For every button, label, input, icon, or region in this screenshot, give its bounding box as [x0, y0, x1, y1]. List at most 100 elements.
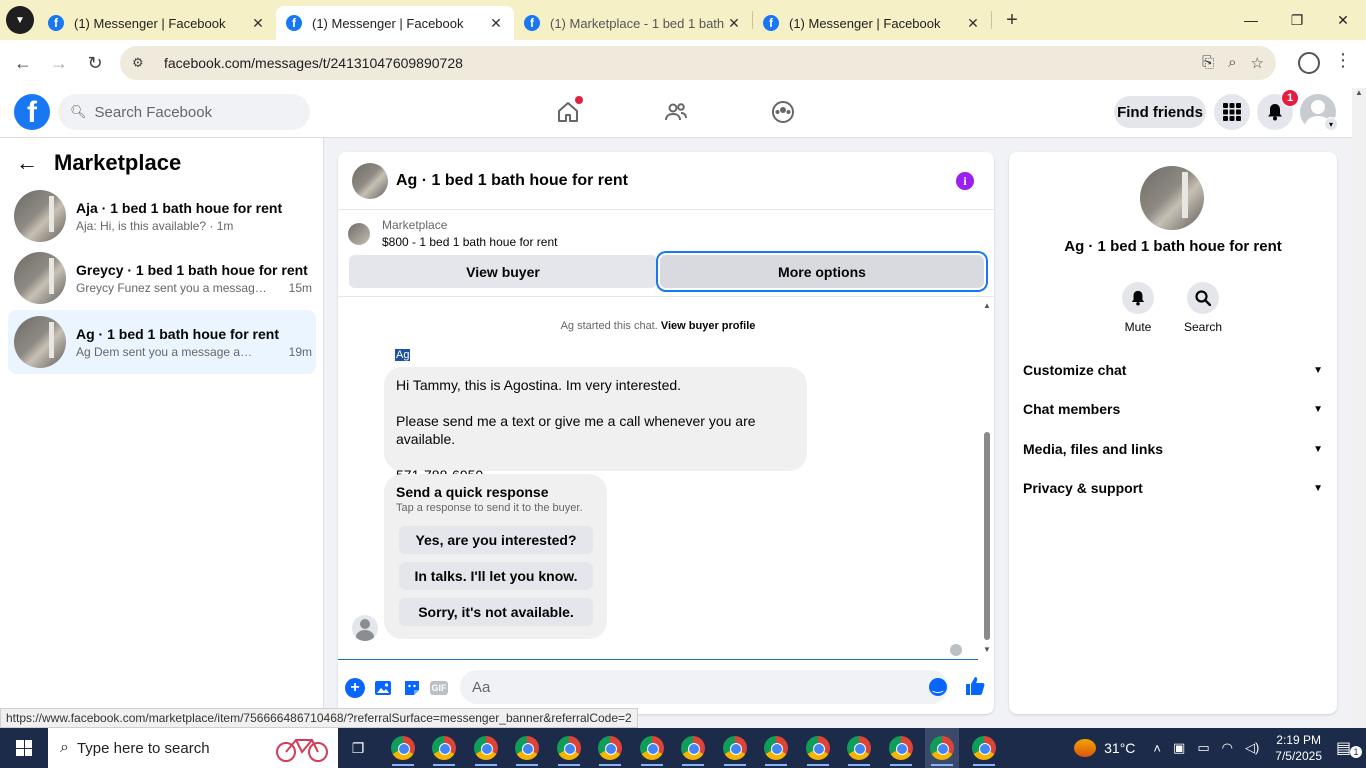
close-window-button[interactable]: ✕: [1320, 0, 1366, 40]
bell-icon[interactable]: [1122, 282, 1154, 314]
groups-nav-icon[interactable]: [765, 94, 801, 130]
chrome-taskbar-icon[interactable]: [676, 728, 710, 768]
site-info-icon[interactable]: ⚙: [132, 55, 154, 71]
browser-profile-icon[interactable]: [1298, 52, 1320, 74]
chrome-taskbar-icon[interactable]: [552, 728, 586, 768]
chat-title[interactable]: Ag · 1 bed 1 bath houe for rent: [396, 172, 628, 190]
install-app-icon[interactable]: ⎘: [1202, 54, 1214, 72]
back-arrow-icon[interactable]: ←: [16, 150, 38, 176]
info-icon[interactable]: i: [956, 172, 974, 190]
media-files-links-section[interactable]: Media, files and links ▼: [1023, 437, 1323, 461]
chrome-taskbar-icon[interactable]: [427, 728, 461, 768]
privacy-support-section[interactable]: Privacy & support ▼: [1023, 476, 1323, 500]
chevron-up-icon[interactable]: ˄: [1153, 741, 1161, 756]
browser-tab[interactable]: f (1) Marketplace - 1 bed 1 bath h ✕: [514, 6, 752, 40]
chrome-taskbar-icon[interactable]: [801, 728, 835, 768]
gif-icon[interactable]: GIF: [430, 681, 448, 695]
bookmark-star-icon[interactable]: ☆: [1251, 54, 1264, 72]
clock[interactable]: 2:19 PM 7/5/2025: [1275, 732, 1322, 764]
task-view-icon[interactable]: ❐: [338, 728, 378, 768]
tab-search-button[interactable]: ▼: [6, 6, 34, 34]
scrollbar-thumb[interactable]: [984, 432, 990, 640]
find-friends-button[interactable]: Find friends: [1114, 96, 1206, 128]
chrome-taskbar-icon[interactable]: [386, 728, 420, 768]
chrome-taskbar-icon-active[interactable]: [925, 728, 959, 768]
taskbar-search-input[interactable]: [76, 739, 247, 757]
menu-grid-icon[interactable]: [1214, 94, 1250, 130]
plus-icon[interactable]: +: [345, 678, 365, 698]
close-tab-icon[interactable]: ✕: [965, 15, 981, 32]
close-tab-icon[interactable]: ✕: [488, 15, 504, 32]
quick-response-option[interactable]: Sorry, it's not available.: [399, 598, 593, 626]
mute-action[interactable]: Mute: [1110, 282, 1166, 334]
camera-icon[interactable]: ▣: [1173, 740, 1185, 756]
customize-chat-section[interactable]: Customize chat ▼: [1023, 358, 1323, 382]
zoom-icon[interactable]: ⌕: [1228, 54, 1236, 72]
quick-response-option[interactable]: In talks. I'll let you know.: [399, 562, 593, 590]
view-buyer-button[interactable]: View buyer: [349, 255, 657, 288]
chrome-taskbar-icon[interactable]: [967, 728, 1001, 768]
view-buyer-profile-link[interactable]: View buyer profile: [661, 320, 756, 332]
thumbs-up-icon[interactable]: [964, 675, 986, 703]
friends-nav-icon[interactable]: [658, 94, 694, 130]
conversation-item[interactable]: Greycy · 1 bed 1 bath houe for rent Grey…: [8, 246, 316, 310]
chrome-taskbar-icon[interactable]: [759, 728, 793, 768]
browser-tab-active[interactable]: f (1) Messenger | Facebook ✕: [276, 6, 514, 40]
more-options-button[interactable]: More options: [660, 255, 984, 288]
marketplace-sidebar: ← Marketplace Aja · 1 bed 1 bath houe fo…: [0, 138, 324, 708]
taskbar-search-box[interactable]: ⌕: [48, 728, 338, 768]
chrome-taskbar-icon[interactable]: [718, 728, 752, 768]
reload-button[interactable]: ↻: [80, 48, 110, 78]
browser-tab[interactable]: f (1) Messenger | Facebook ✕: [753, 6, 991, 40]
chat-thumbnail[interactable]: [352, 162, 388, 199]
url-text[interactable]: facebook.com/messages/t/2413104760989072…: [164, 55, 463, 71]
battery-icon[interactable]: ▭: [1197, 740, 1209, 756]
chrome-taskbar-icon[interactable]: [469, 728, 503, 768]
chat-scrollbar[interactable]: ▲ ▼: [982, 300, 992, 656]
chrome-taskbar-icon[interactable]: [510, 728, 544, 768]
browser-tab[interactable]: f (1) Messenger | Facebook ✕: [38, 6, 276, 40]
back-button[interactable]: ←: [8, 48, 38, 78]
browser-tab-strip: ▼ f (1) Messenger | Facebook ✕ f (1) Mes…: [0, 0, 1366, 40]
chrome-taskbar-icon[interactable]: [842, 728, 876, 768]
scroll-up-icon[interactable]: ▲: [1352, 88, 1366, 97]
chrome-taskbar-icon[interactable]: [884, 728, 918, 768]
browser-menu-icon[interactable]: ⋮: [1334, 50, 1352, 71]
conversation-item[interactable]: Aja · 1 bed 1 bath houe for rent Aja: Hi…: [8, 184, 316, 248]
sidebar-header: ← Marketplace: [16, 150, 181, 176]
close-tab-icon[interactable]: ✕: [726, 15, 742, 32]
facebook-logo-icon[interactable]: f: [14, 94, 50, 130]
facebook-search-box[interactable]: 🔍︎: [58, 94, 310, 130]
quick-response-option[interactable]: Yes, are you interested?: [399, 526, 593, 554]
emoji-icon[interactable]: [929, 678, 947, 696]
listing-banner[interactable]: Marketplace $800 - 1 bed 1 bath houe for…: [348, 218, 557, 249]
forward-button[interactable]: →: [44, 48, 74, 78]
start-button[interactable]: [0, 728, 48, 768]
sticker-icon[interactable]: [401, 677, 423, 699]
account-chevron-down-icon[interactable]: ▾: [1324, 117, 1338, 131]
message-sender-name: Ag: [395, 349, 411, 361]
search-label: Search: [1183, 320, 1223, 334]
notification-center-icon[interactable]: ▤ 1: [1336, 738, 1366, 758]
close-tab-icon[interactable]: ✕: [250, 15, 266, 32]
message-input[interactable]: [460, 670, 948, 704]
search-action[interactable]: Search: [1175, 282, 1231, 334]
volume-icon[interactable]: ◁): [1245, 740, 1259, 756]
chrome-taskbar-icon[interactable]: [593, 728, 627, 768]
scroll-down-icon[interactable]: ▼: [982, 644, 992, 656]
wifi-icon[interactable]: ◠: [1222, 740, 1233, 756]
chrome-taskbar-icon[interactable]: [635, 728, 669, 768]
scroll-up-icon[interactable]: ▲: [982, 300, 992, 312]
minimize-button[interactable]: —: [1228, 0, 1274, 40]
new-tab-button[interactable]: +: [998, 6, 1026, 34]
facebook-search-input[interactable]: [94, 103, 295, 121]
photo-icon[interactable]: [372, 677, 394, 699]
address-bar[interactable]: ⚙ facebook.com/messages/t/24131047609890…: [120, 46, 1276, 80]
weather-widget[interactable]: 31°C: [1074, 739, 1135, 757]
restore-button[interactable]: ❐: [1274, 0, 1320, 40]
chat-members-section[interactable]: Chat members ▼: [1023, 397, 1323, 421]
home-nav-icon[interactable]: [550, 94, 586, 130]
search-icon[interactable]: [1187, 282, 1219, 314]
page-scrollbar[interactable]: ▲: [1352, 88, 1366, 728]
conversation-item-active[interactable]: Ag · 1 bed 1 bath houe for rent Ag Dem s…: [8, 310, 316, 374]
